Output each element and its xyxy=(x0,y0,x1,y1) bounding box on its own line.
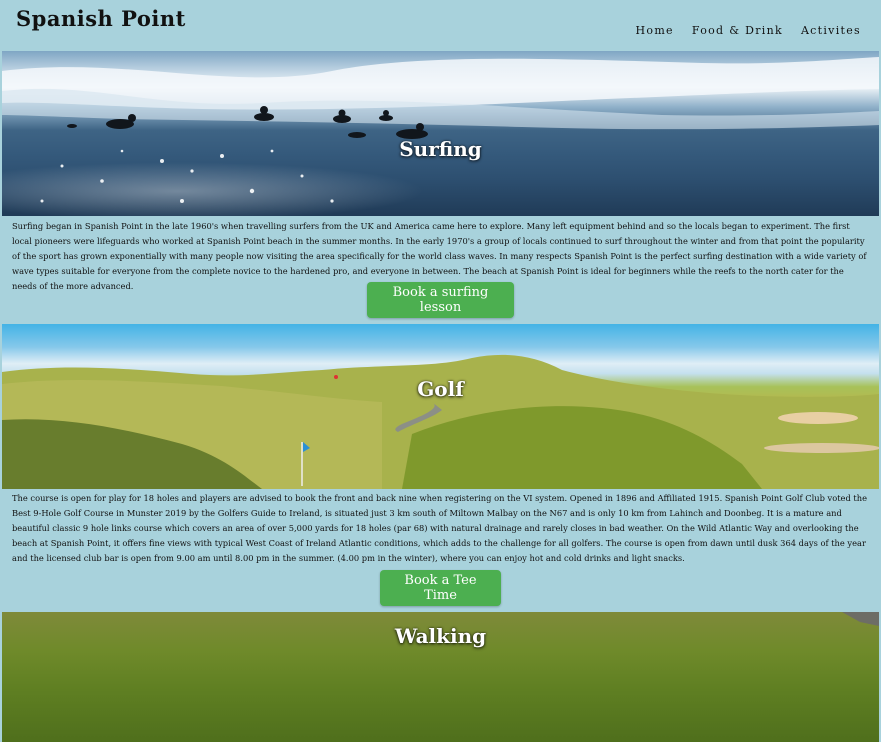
site-logo[interactable]: Spanish Point xyxy=(16,6,186,31)
site-header: Spanish Point Home Food & Drink Activite… xyxy=(0,0,881,50)
golf-title: Golf xyxy=(417,377,464,401)
golf-hero-image: Golf xyxy=(2,324,879,489)
golf-landscape-illustration xyxy=(2,354,879,489)
book-tee-time-button[interactable]: Book a Tee Time xyxy=(380,570,501,606)
surf-wave-illustration xyxy=(2,57,879,203)
golf-description: The course is open for play for 18 holes… xyxy=(12,493,867,563)
main-nav: Home Food & Drink Activites xyxy=(636,24,861,37)
walking-hero-image: Walking xyxy=(2,612,879,742)
nav-food-drink[interactable]: Food & Drink xyxy=(692,24,783,37)
nav-activities[interactable]: Activites xyxy=(801,24,861,37)
book-surfing-lesson-button[interactable]: Book a surfing lesson xyxy=(367,282,514,318)
surfing-title: Surfing xyxy=(399,137,482,161)
walking-title: Walking xyxy=(394,624,487,648)
nav-home[interactable]: Home xyxy=(636,24,674,37)
surfing-hero-image: Surfing xyxy=(2,51,879,216)
